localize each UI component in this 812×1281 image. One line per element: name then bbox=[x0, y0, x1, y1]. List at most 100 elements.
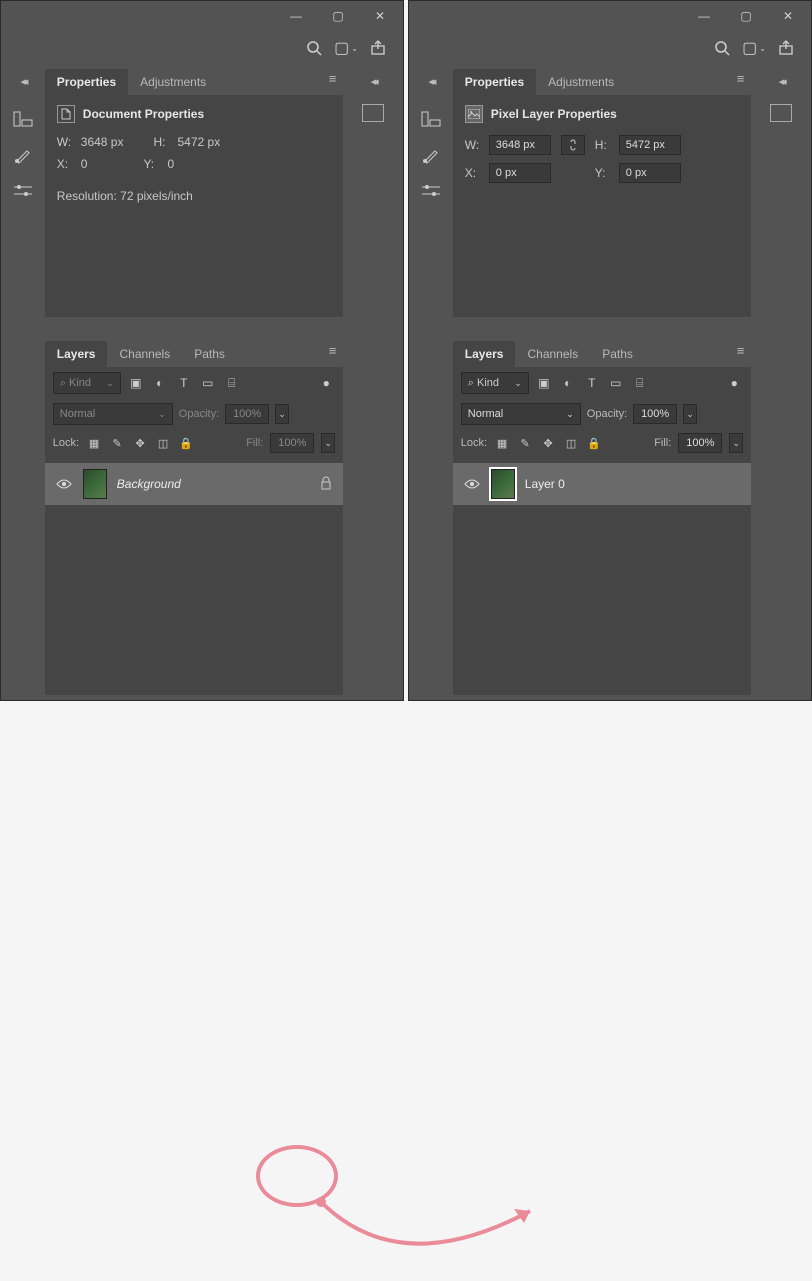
docstack-icon[interactable]: ▢⌄ bbox=[745, 39, 763, 57]
blend-mode-select[interactable]: Normal⌄ bbox=[461, 403, 581, 425]
collapse-chevrons-icon[interactable]: ◂◂ bbox=[371, 75, 376, 88]
lock-all-icon[interactable]: 🔒 bbox=[178, 435, 194, 451]
ruler-icon[interactable] bbox=[418, 108, 444, 130]
lock-position-icon[interactable]: ✥ bbox=[540, 435, 556, 451]
panel-menu-icon[interactable]: ≡ bbox=[737, 71, 746, 86]
layer-thumbnail[interactable] bbox=[491, 469, 515, 499]
layer-row[interactable]: Background bbox=[45, 463, 344, 505]
layers-panel: ⌕ Kind⌄ ▣ ◐ T ▭ ⌸ ● Normal⌄ Opacity: 100… bbox=[45, 367, 344, 695]
fill-dropdown[interactable]: ⌄ bbox=[729, 433, 743, 453]
lock-label: Lock: bbox=[53, 437, 79, 449]
close-button[interactable]: ✕ bbox=[771, 6, 805, 26]
layer-thumbnail[interactable] bbox=[83, 469, 107, 499]
collapse-chevrons-icon[interactable]: ◂◂ bbox=[779, 75, 784, 88]
width-label: W: bbox=[57, 135, 75, 149]
layer-name-text[interactable]: Layer 0 bbox=[525, 477, 565, 491]
tab-channels[interactable]: Channels bbox=[515, 341, 590, 367]
share-icon[interactable] bbox=[777, 39, 795, 57]
tab-channels[interactable]: Channels bbox=[107, 341, 182, 367]
layers-tabbar: Layers Channels Paths ≡ bbox=[453, 337, 752, 367]
filter-smart-icon[interactable]: ⌸ bbox=[631, 374, 649, 392]
panel-menu-icon[interactable]: ≡ bbox=[329, 343, 338, 358]
lock-artboard-icon[interactable]: ◫ bbox=[563, 435, 579, 451]
filter-adjust-icon[interactable]: ◐ bbox=[151, 374, 169, 392]
rail-box-icon[interactable] bbox=[362, 104, 384, 122]
link-wh-button[interactable] bbox=[561, 135, 585, 155]
tab-adjustments[interactable]: Adjustments bbox=[128, 69, 218, 95]
rail-box-icon[interactable] bbox=[770, 104, 792, 122]
annotation-circle bbox=[256, 1145, 338, 1207]
lock-brush-icon[interactable]: ✎ bbox=[517, 435, 533, 451]
fill-value[interactable]: 100% bbox=[270, 433, 314, 453]
collapse-chevrons-icon[interactable]: ◂◂ bbox=[20, 75, 25, 88]
filter-image-icon[interactable]: ▣ bbox=[127, 374, 145, 392]
opacity-value[interactable]: 100% bbox=[225, 404, 269, 424]
tab-adjustments[interactable]: Adjustments bbox=[536, 69, 626, 95]
panel-menu-icon[interactable]: ≡ bbox=[737, 343, 746, 358]
layer-row[interactable]: Layer 0 bbox=[453, 463, 752, 505]
docstack-icon[interactable]: ▢⌄ bbox=[337, 39, 355, 57]
collapse-chevrons-icon[interactable]: ◂◂ bbox=[428, 75, 433, 88]
opacity-dropdown[interactable]: ⌄ bbox=[275, 404, 289, 424]
brush-icon[interactable] bbox=[10, 144, 36, 166]
filter-type-icon[interactable]: T bbox=[583, 374, 601, 392]
maximize-button[interactable]: ▢ bbox=[729, 6, 763, 26]
filter-type-icon[interactable]: T bbox=[175, 374, 193, 392]
search-icon[interactable] bbox=[713, 39, 731, 57]
search-icon[interactable] bbox=[305, 39, 323, 57]
tab-properties[interactable]: Properties bbox=[453, 69, 536, 95]
height-input[interactable]: 5472 px bbox=[619, 135, 681, 155]
filter-kind-select[interactable]: ⌕ Kind⌄ bbox=[53, 372, 121, 394]
width-input[interactable]: 3648 px bbox=[489, 135, 551, 155]
lock-pixels-icon[interactable]: ▦ bbox=[494, 435, 510, 451]
layer-name-text[interactable]: Background bbox=[117, 477, 181, 491]
filter-adjust-icon[interactable]: ◐ bbox=[559, 374, 577, 392]
filter-shape-icon[interactable]: ▭ bbox=[199, 374, 217, 392]
brush-icon[interactable] bbox=[418, 144, 444, 166]
titlebar: — ▢ ✕ bbox=[409, 1, 811, 31]
lock-pixels-icon[interactable]: ▦ bbox=[86, 435, 102, 451]
panel-menu-icon[interactable]: ≡ bbox=[329, 71, 338, 86]
lock-artboard-icon[interactable]: ◫ bbox=[155, 435, 171, 451]
filter-toggle-icon[interactable]: ● bbox=[317, 374, 335, 392]
tab-properties[interactable]: Properties bbox=[45, 69, 128, 95]
sliders-icon[interactable] bbox=[10, 180, 36, 202]
tab-paths[interactable]: Paths bbox=[182, 341, 237, 367]
y-label: Y: bbox=[143, 157, 161, 171]
filter-toggle-icon[interactable]: ● bbox=[725, 374, 743, 392]
filter-kind-select[interactable]: ⌕ Kind⌄ bbox=[461, 372, 529, 394]
lock-icon[interactable] bbox=[319, 476, 333, 493]
x-value: 0 bbox=[81, 157, 88, 171]
tab-layers[interactable]: Layers bbox=[453, 341, 516, 367]
visibility-eye-icon[interactable] bbox=[463, 475, 481, 493]
layers-panel: ⌕ Kind⌄ ▣ ◐ T ▭ ⌸ ● Normal⌄ Opacity: 100… bbox=[453, 367, 752, 695]
filter-image-icon[interactable]: ▣ bbox=[535, 374, 553, 392]
opacity-dropdown[interactable]: ⌄ bbox=[683, 404, 697, 424]
minimize-button[interactable]: — bbox=[279, 6, 313, 26]
lock-all-icon[interactable]: 🔒 bbox=[586, 435, 602, 451]
left-iconrail: ◂◂ bbox=[409, 65, 453, 695]
tab-layers[interactable]: Layers bbox=[45, 341, 108, 367]
filter-shape-icon[interactable]: ▭ bbox=[607, 374, 625, 392]
minimize-button[interactable]: — bbox=[687, 6, 721, 26]
opacity-value[interactable]: 100% bbox=[633, 404, 677, 424]
fill-dropdown[interactable]: ⌄ bbox=[321, 433, 335, 453]
tab-paths[interactable]: Paths bbox=[590, 341, 645, 367]
y-input[interactable]: 0 px bbox=[619, 163, 681, 183]
maximize-button[interactable]: ▢ bbox=[321, 6, 355, 26]
lock-brush-icon[interactable]: ✎ bbox=[109, 435, 125, 451]
ruler-icon[interactable] bbox=[10, 108, 36, 130]
close-button[interactable]: ✕ bbox=[363, 6, 397, 26]
visibility-eye-icon[interactable] bbox=[55, 475, 73, 493]
blend-mode-select[interactable]: Normal⌄ bbox=[53, 403, 173, 425]
filter-smart-icon[interactable]: ⌸ bbox=[223, 374, 241, 392]
panel-window-left: — ▢ ✕ ▢⌄ ◂◂ Properties Adjustments ≡ bbox=[0, 0, 404, 701]
fill-value[interactable]: 100% bbox=[678, 433, 722, 453]
x-label: X: bbox=[465, 166, 483, 180]
panel-window-right: — ▢ ✕ ▢⌄ ◂◂ Properties Adjustments ≡ bbox=[408, 0, 812, 701]
properties-title: Pixel Layer Properties bbox=[491, 107, 617, 121]
x-input[interactable]: 0 px bbox=[489, 163, 551, 183]
sliders-icon[interactable] bbox=[418, 180, 444, 202]
lock-position-icon[interactable]: ✥ bbox=[132, 435, 148, 451]
share-icon[interactable] bbox=[369, 39, 387, 57]
